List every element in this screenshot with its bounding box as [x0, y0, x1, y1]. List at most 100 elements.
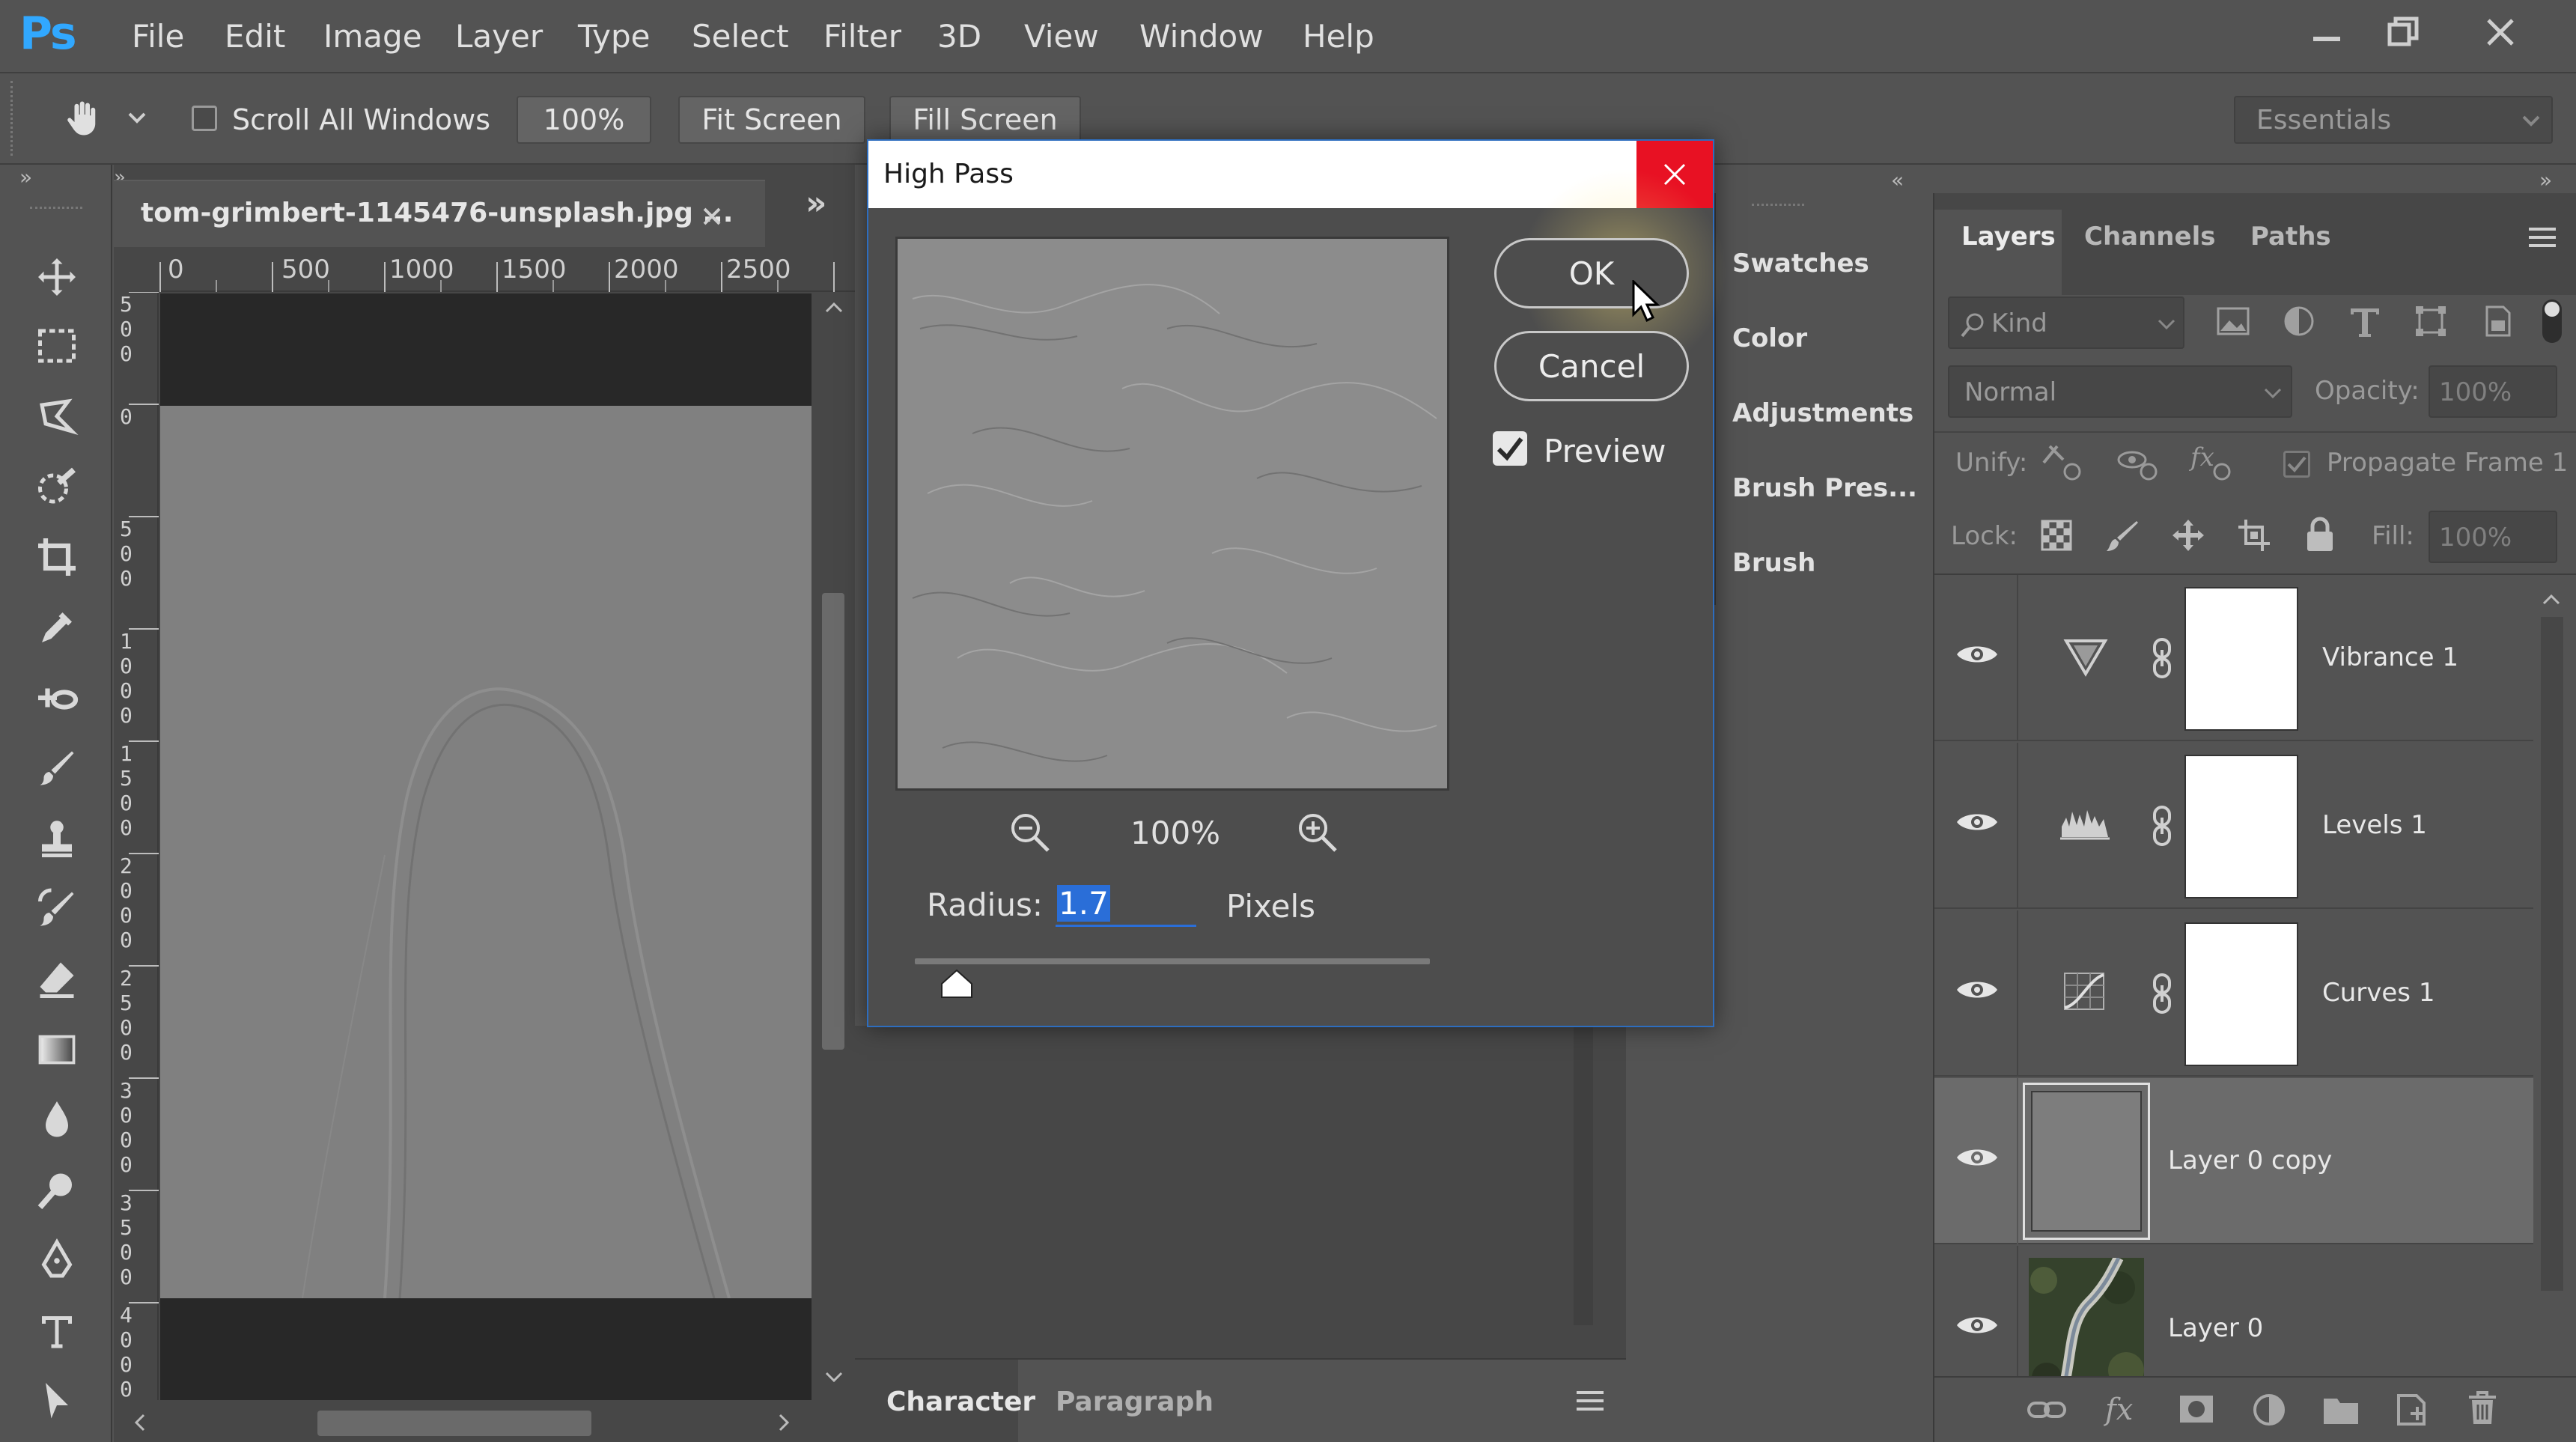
tab-character[interactable]: Character: [886, 1387, 1035, 1417]
menu-select[interactable]: Select: [692, 18, 789, 55]
adjustment-filter-icon[interactable]: [2282, 304, 2316, 338]
levels-icon[interactable]: [2059, 804, 2111, 843]
layer-row[interactable]: Levels 1: [1934, 743, 2533, 909]
fx-icon[interactable]: fx: [2104, 1391, 2141, 1429]
link-icon[interactable]: [2149, 804, 2175, 848]
menu-layer[interactable]: Layer: [455, 18, 543, 55]
scroll-up-icon[interactable]: [825, 301, 843, 313]
lock-artboard-icon[interactable]: [2237, 518, 2271, 553]
dodge-tool-icon[interactable]: [27, 1160, 87, 1220]
chevron-down-icon[interactable]: [127, 111, 147, 129]
fill-input[interactable]: 100%: [2429, 511, 2557, 563]
panel-adjustments[interactable]: Adjustments: [1732, 398, 1913, 428]
panel-scrollbar[interactable]: [1574, 1026, 1593, 1325]
layer-name[interactable]: Layer 0 copy: [2168, 1146, 2332, 1175]
eraser-tool-icon[interactable]: [27, 949, 87, 1009]
menu-type[interactable]: Type: [578, 18, 650, 55]
vibrance-icon[interactable]: [2063, 638, 2108, 677]
layer-name[interactable]: Curves 1: [2322, 978, 2435, 1008]
layer-name[interactable]: Layer 0: [2168, 1313, 2263, 1343]
document-tab[interactable]: tom-grimbert-1145476-unsplash.jpg ...: [114, 180, 765, 247]
tab-channels[interactable]: Channels: [2084, 222, 2215, 252]
new-adjustment-layer-icon[interactable]: [2252, 1393, 2286, 1427]
lock-all-icon[interactable]: [2303, 517, 2337, 553]
blend-mode-select[interactable]: Normal: [1948, 365, 2292, 418]
layers-scrollbar[interactable]: [2535, 590, 2568, 1409]
panel-brush[interactable]: Brush: [1732, 548, 1815, 578]
panel-menu-icon[interactable]: [1575, 1390, 1605, 1412]
preview-checkbox[interactable]: [1493, 431, 1527, 466]
move-tool-icon[interactable]: [27, 247, 87, 307]
smart-object-filter-icon[interactable]: [2479, 304, 2514, 338]
fit-screen-button[interactable]: Fit Screen: [678, 96, 865, 144]
scroll-right-icon[interactable]: [779, 1414, 791, 1432]
menu-3d[interactable]: 3D: [937, 18, 981, 55]
scroll-down-icon[interactable]: [825, 1372, 843, 1384]
layer-filter-select[interactable]: Kind: [1948, 296, 2184, 349]
hand-tool-icon[interactable]: [61, 96, 106, 144]
canvas[interactable]: [160, 293, 812, 1400]
vertical-scroll-thumb[interactable]: [822, 593, 844, 1050]
scroll-left-icon[interactable]: [133, 1414, 145, 1432]
layer-row[interactable]: Curves 1: [1934, 910, 2533, 1077]
history-brush-tool-icon[interactable]: [27, 879, 87, 939]
eye-icon[interactable]: [1955, 639, 1999, 669]
eye-icon[interactable]: [1955, 1143, 1999, 1172]
zoom-out-icon[interactable]: [1009, 812, 1051, 854]
opacity-input[interactable]: 100%: [2429, 365, 2557, 418]
expand-panels-icon[interactable]: »: [2539, 168, 2552, 192]
link-icon[interactable]: [2149, 972, 2175, 1015]
lock-pixels-icon[interactable]: [2105, 518, 2140, 553]
trash-icon[interactable]: [2466, 1390, 2499, 1427]
lock-position-icon[interactable]: [2171, 518, 2205, 553]
clone-stamp-tool-icon[interactable]: [27, 809, 87, 868]
grip-handle[interactable]: [1752, 204, 1804, 208]
add-mask-icon[interactable]: [2178, 1393, 2214, 1426]
panel-color[interactable]: Color: [1732, 323, 1807, 353]
collapse-panels-icon[interactable]: «: [1891, 168, 1904, 192]
curves-icon[interactable]: [2062, 970, 2107, 1012]
panel-brush-presets[interactable]: Brush Pres...: [1732, 473, 1917, 503]
eye-icon[interactable]: [1955, 975, 1999, 1005]
grip-handle[interactable]: [30, 207, 82, 211]
panel-swatches[interactable]: Swatches: [1732, 249, 1869, 279]
menu-view[interactable]: View: [1024, 18, 1099, 55]
crop-tool-icon[interactable]: [27, 527, 87, 587]
vertical-scrollbar[interactable]: [812, 293, 855, 1402]
gradient-tool-icon[interactable]: [27, 1020, 87, 1080]
more-tabs-icon[interactable]: »: [806, 184, 826, 222]
healing-brush-tool-icon[interactable]: [27, 668, 87, 728]
layer-thumbnail-frame[interactable]: [2023, 1083, 2150, 1240]
blur-tool-icon[interactable]: [27, 1090, 87, 1150]
new-group-icon[interactable]: [2322, 1393, 2360, 1426]
layer-row[interactable]: Vibrance 1: [1934, 575, 2533, 741]
document-image[interactable]: [160, 406, 812, 1299]
horizontal-scrollbar[interactable]: [114, 1402, 855, 1442]
restore-icon[interactable]: [2366, 6, 2440, 58]
layer-mask-thumbnail[interactable]: [2184, 922, 2298, 1066]
unify-style-icon[interactable]: fx: [2189, 440, 2234, 482]
link-icon[interactable]: [2149, 636, 2175, 680]
tab-layers[interactable]: Layers: [1961, 222, 2056, 252]
workspace-select[interactable]: Essentials: [2234, 96, 2553, 144]
new-layer-icon[interactable]: [2394, 1391, 2429, 1427]
unify-position-icon[interactable]: [2041, 443, 2086, 482]
radius-slider-track[interactable]: [915, 958, 1430, 964]
unify-visibility-icon[interactable]: [2116, 443, 2161, 482]
pen-tool-icon[interactable]: [27, 1231, 87, 1291]
fill-screen-button[interactable]: Fill Screen: [889, 96, 1081, 144]
tab-paths[interactable]: Paths: [2250, 222, 2331, 252]
menu-window[interactable]: Window: [1139, 18, 1264, 55]
cancel-button[interactable]: Cancel: [1494, 331, 1689, 401]
minimize-icon[interactable]: [2289, 6, 2364, 58]
close-tab-icon[interactable]: [702, 207, 722, 226]
expand-toolbar-icon[interactable]: »: [19, 165, 32, 189]
layers-scroll-thumb[interactable]: [2541, 617, 2563, 1291]
eye-icon[interactable]: [1955, 807, 1999, 837]
radius-input[interactable]: 1.7: [1056, 879, 1196, 927]
layer-name[interactable]: Vibrance 1: [2322, 642, 2458, 672]
filter-toggle[interactable]: [2542, 299, 2562, 343]
panel-menu-icon[interactable]: [2527, 226, 2557, 249]
brush-tool-icon[interactable]: [27, 738, 87, 798]
propagate-frame-checkbox[interactable]: [2283, 451, 2310, 478]
